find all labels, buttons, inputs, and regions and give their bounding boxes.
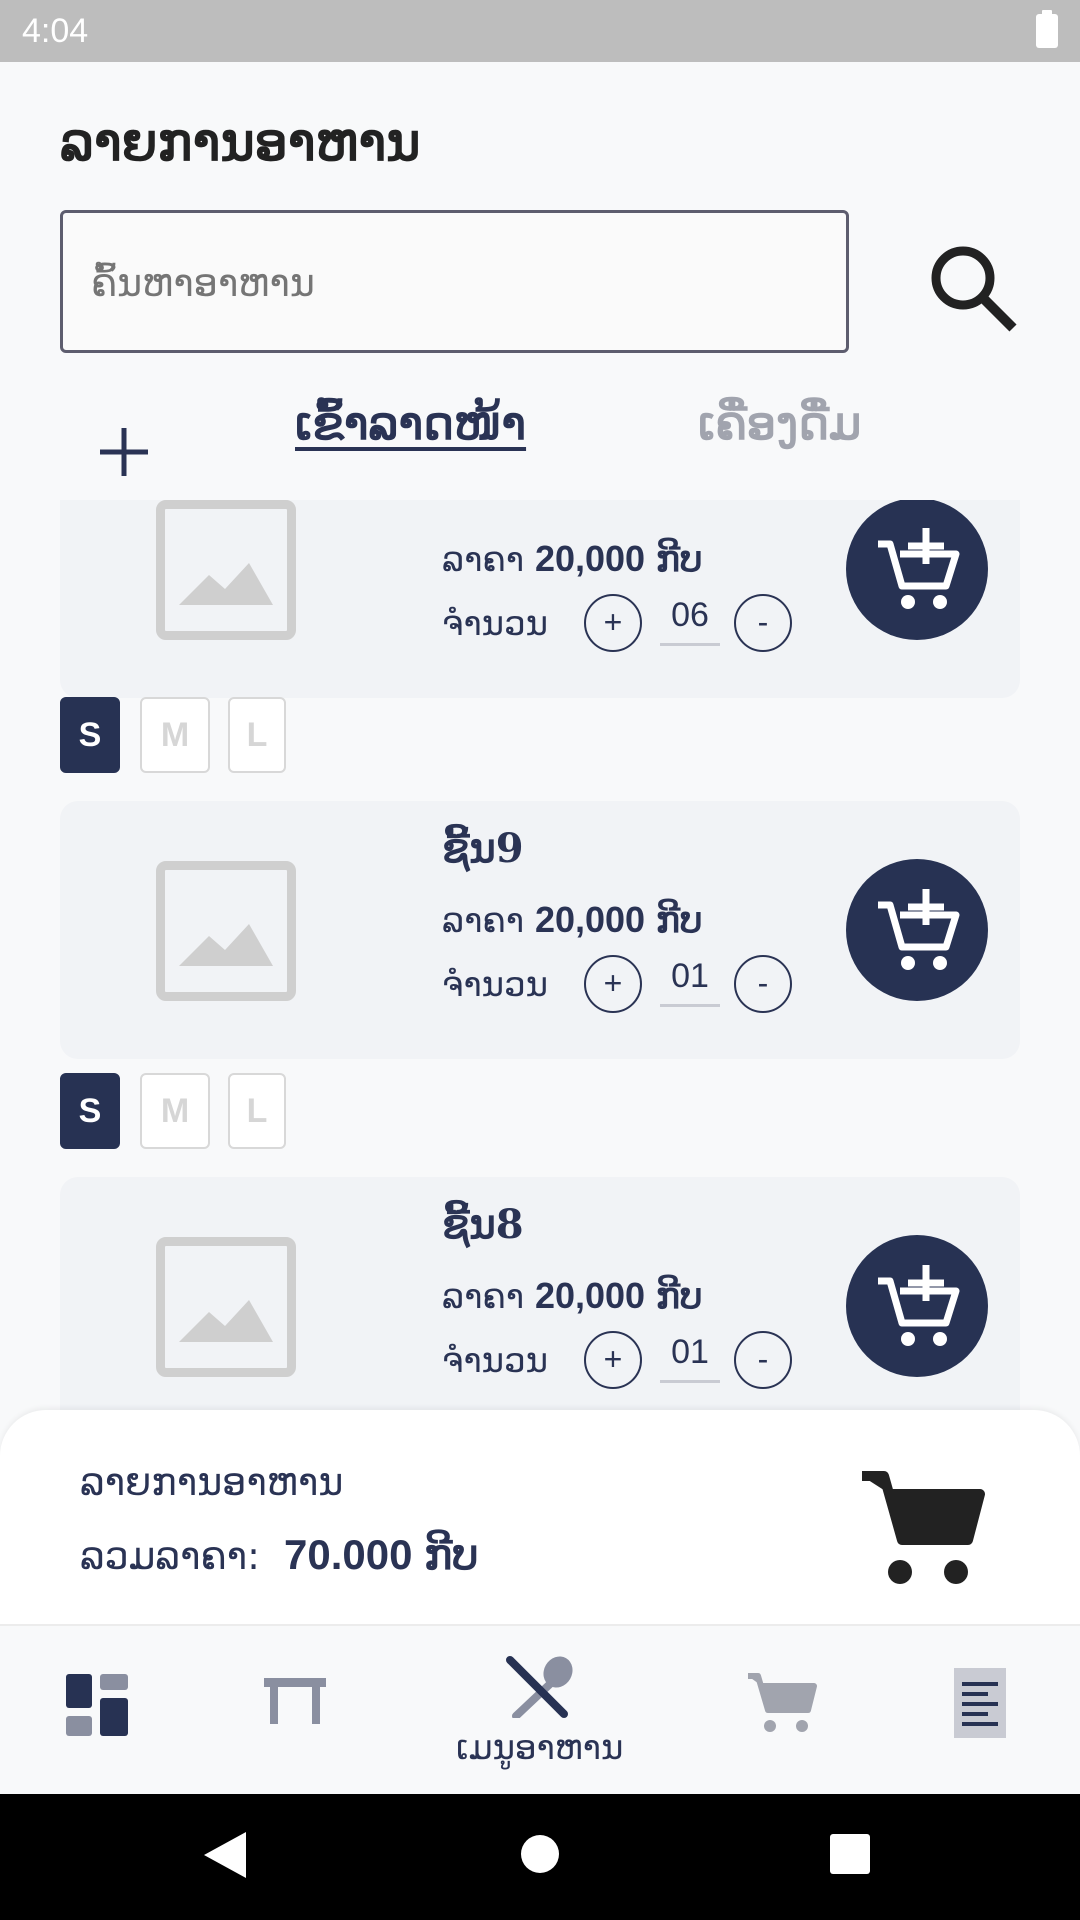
add-to-cart-icon — [878, 1265, 960, 1346]
view-cart-icon[interactable] — [856, 1460, 986, 1590]
menu-item-list[interactable]: ລາຄາ 20,000 ກີບ ຈຳນວນ + 06 - S M L ຊີ້ນ9… — [0, 500, 1080, 1410]
nav-food-menu[interactable]: ເມນູອາຫານ — [440, 1626, 640, 1796]
nav-dashboard[interactable] — [60, 1626, 140, 1796]
order-summary-panel[interactable]: ລາຍການອາຫານ ລວມລາຄາ: 70.000 ກີບ — [0, 1410, 1080, 1624]
add-to-cart-button[interactable] — [846, 500, 988, 640]
quantity-value[interactable]: 01 — [660, 951, 720, 1007]
add-to-cart-button[interactable] — [846, 1235, 988, 1377]
price-value: 20,000 — [534, 899, 646, 940]
quantity-value[interactable]: 01 — [660, 1327, 720, 1383]
dashboard-icon — [66, 1674, 128, 1736]
size-l-button[interactable]: L — [228, 1073, 286, 1149]
price-value: 20,000 — [534, 1275, 646, 1316]
price-label: ລາຄາ — [442, 540, 525, 580]
price-label: ລາຄາ — [442, 1277, 525, 1317]
system-navigation-bar — [0, 1794, 1080, 1920]
size-m-button[interactable]: M — [140, 1073, 210, 1149]
quantity-increase-button[interactable]: + — [584, 955, 642, 1013]
image-placeholder-icon — [156, 861, 296, 1001]
item-price: ລາຄາ 20,000 ກີບ — [442, 1275, 703, 1317]
cart-icon — [748, 1673, 817, 1732]
add-to-cart-icon — [878, 528, 960, 609]
quantity-increase-button[interactable]: + — [584, 594, 642, 652]
item-name: ຊີ້ນ9 — [442, 825, 524, 872]
nav-food-menu-label: ເມນູອາຫານ — [456, 1728, 624, 1768]
price-currency: ກີບ — [655, 1275, 703, 1317]
quantity-label: ຈຳນວນ — [442, 1341, 548, 1381]
status-time: 4:04 — [22, 12, 89, 50]
search-field[interactable] — [60, 210, 849, 353]
size-m-button[interactable]: M — [140, 697, 210, 773]
tab-appetizers[interactable]: ເຂົ້າລາດໜ້າ — [295, 396, 526, 450]
summary-total-currency: ກີບ — [424, 1530, 479, 1579]
nav-tables[interactable] — [250, 1626, 340, 1796]
item-price: ລາຄາ 20,000 ກີບ — [442, 538, 703, 580]
menu-item-card: ຊີ້ນ8 ລາຄາ 20,000 ກີບ ຈຳນວນ + 01 - — [60, 1177, 1020, 1410]
battery-icon — [1036, 10, 1058, 48]
quantity-value[interactable]: 06 — [660, 590, 720, 646]
price-value: 20,000 — [534, 538, 646, 579]
nav-cart[interactable] — [740, 1626, 830, 1796]
quantity-decrease-button[interactable]: - — [734, 1331, 792, 1389]
image-placeholder-icon — [156, 1237, 296, 1377]
search-icon[interactable] — [925, 240, 1020, 335]
menu-item-card: ຊີ້ນ9 ລາຄາ 20,000 ກີບ ຈຳນວນ + 01 - — [60, 801, 1020, 1059]
summary-total-value: 70.000 — [284, 1531, 413, 1578]
size-s-button[interactable]: S — [60, 1073, 120, 1149]
nav-receipts[interactable] — [940, 1626, 1020, 1796]
size-l-button[interactable]: L — [228, 697, 286, 773]
size-s-button[interactable]: S — [60, 697, 120, 773]
image-placeholder-icon — [156, 500, 296, 640]
table-icon — [264, 1678, 326, 1724]
add-to-cart-button[interactable] — [846, 859, 988, 1001]
page-title: ລາຍການອາຫານ — [60, 112, 421, 173]
quantity-label: ຈຳນວນ — [442, 604, 548, 644]
quantity-increase-button[interactable]: + — [584, 1331, 642, 1389]
bottom-nav: ເມນູອາຫານ — [0, 1624, 1080, 1794]
quantity-decrease-button[interactable]: - — [734, 594, 792, 652]
status-bar: 4:04 — [0, 0, 1080, 62]
back-icon[interactable] — [204, 1832, 246, 1878]
menu-item-card: ລາຄາ 20,000 ກີບ ຈຳນວນ + 06 - — [60, 500, 1020, 698]
summary-title: ລາຍການອາຫານ — [80, 1460, 344, 1504]
summary-total-label: ລວມລາຄາ: — [80, 1534, 260, 1578]
summary-total: 70.000 ກີບ — [284, 1530, 479, 1579]
item-price: ລາຄາ 20,000 ກີບ — [442, 899, 703, 941]
add-to-cart-icon — [878, 889, 960, 970]
receipt-icon — [954, 1668, 1006, 1738]
item-name: ຊີ້ນ8 — [442, 1201, 524, 1248]
food-menu-icon — [506, 1656, 573, 1718]
add-category-icon[interactable] — [92, 420, 156, 484]
search-input[interactable] — [91, 253, 811, 313]
tab-drinks[interactable]: ເຄື່ອງດື່ມ — [698, 396, 861, 450]
home-icon[interactable] — [520, 1834, 560, 1874]
recents-icon[interactable] — [830, 1834, 870, 1874]
price-label: ລາຄາ — [442, 901, 525, 941]
quantity-decrease-button[interactable]: - — [734, 955, 792, 1013]
quantity-label: ຈຳນວນ — [442, 965, 548, 1005]
price-currency: ກີບ — [655, 538, 703, 580]
price-currency: ກີບ — [655, 899, 703, 941]
